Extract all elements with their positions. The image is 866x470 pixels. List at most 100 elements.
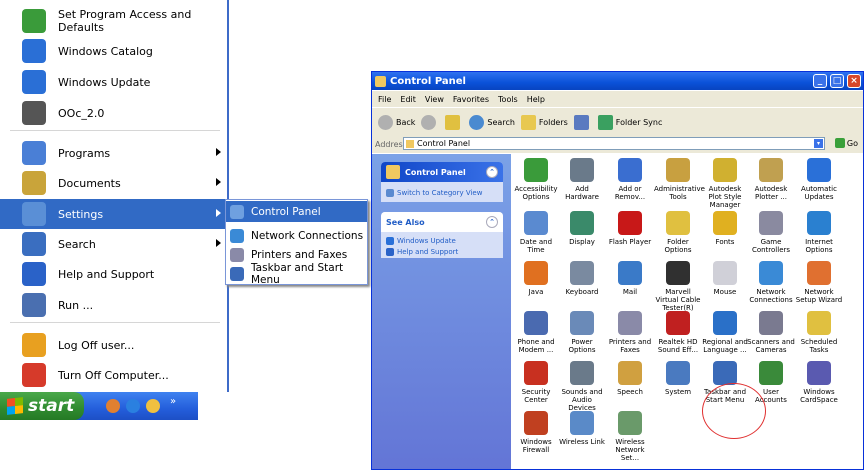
see-also-link[interactable]: Windows Update [381, 235, 503, 246]
chevron-more-icon[interactable]: » [170, 396, 176, 407]
settings-submenu-item[interactable]: Control Panel [226, 201, 367, 222]
control-panel-item-label: Sounds and Audio Devices [561, 388, 603, 412]
folders-label: Folders [538, 117, 568, 127]
start-menu-item[interactable]: Run ... [0, 290, 227, 320]
control-panel-item-label: Phone and Modem ... [517, 338, 555, 354]
control-panel-header[interactable]: Control Panel ⌃ [381, 162, 503, 182]
start-menu-item[interactable]: Help and Support [0, 259, 227, 289]
search-button[interactable]: Search [469, 114, 515, 130]
folders-button[interactable]: Folders [520, 114, 568, 130]
start-menu-item[interactable]: Turn Off Computer... [0, 360, 227, 390]
control-panel-item[interactable]: Add Hardware [558, 158, 606, 201]
control-panel-item[interactable]: Marvell Virtual Cable Tester(R) [654, 261, 702, 312]
start-menu-item[interactable]: Documents [0, 168, 227, 198]
start-menu-item[interactable]: Log Off user... [0, 330, 227, 360]
settings-submenu-item[interactable]: Network Connections [226, 225, 367, 246]
control-panel-item[interactable]: Java [512, 261, 560, 296]
start-menu-item-label: Programs [58, 146, 111, 160]
control-panel-item[interactable]: Display [558, 211, 606, 246]
forward-button[interactable] [421, 114, 439, 130]
firefox-icon[interactable] [106, 399, 120, 413]
maximize-button[interactable]: □ [830, 74, 844, 88]
search-icon [469, 114, 485, 130]
control-panel-item[interactable]: Realtek HD Sound Eff... [654, 311, 702, 354]
settings-submenu-item[interactable]: Taskbar and Start Menu [226, 262, 367, 286]
control-panel-item[interactable]: Network Connections [747, 261, 795, 304]
start-menu-item[interactable]: Windows Update [0, 67, 227, 97]
menu-help[interactable]: Help [527, 95, 545, 104]
control-panel-item[interactable]: Regional and Language ... [701, 311, 749, 354]
switch-view-link[interactable]: Switch to Category View [381, 187, 503, 198]
control-panel-item[interactable]: Mail [606, 261, 654, 296]
go-button[interactable]: Go [834, 138, 858, 148]
control-panel-item[interactable]: Wireless Link [558, 411, 606, 446]
see-also-header[interactable]: See Also ⌃ [381, 212, 503, 232]
control-panel-item-label: Taskbar and Start Menu [703, 388, 747, 404]
control-panel-item[interactable]: Mouse [701, 261, 749, 296]
control-panel-item[interactable]: Scanners and Cameras [747, 311, 795, 354]
control-panel-item[interactable]: Windows CardSpace [795, 361, 843, 404]
start-menu-item[interactable]: Search [0, 229, 227, 259]
start-menu-item[interactable]: Windows Catalog [0, 36, 227, 66]
start-button[interactable]: start [0, 392, 84, 420]
wireless-link-icon [570, 411, 594, 435]
control-panel-item[interactable]: Network Setup Wizard [795, 261, 843, 304]
control-panel-item[interactable]: Security Center [512, 361, 560, 404]
see-also-links: Windows Update Help and Support [381, 232, 503, 257]
control-panel-item[interactable]: Autodesk Plot Style Manager [701, 158, 749, 209]
start-menu-item[interactable]: OOc_2.0 [0, 98, 227, 128]
control-panel-item[interactable]: Autodesk Plotter ... [747, 158, 795, 201]
start-menu-item[interactable]: Settings [0, 199, 227, 229]
menu-edit[interactable]: Edit [400, 95, 416, 104]
control-panel-item[interactable]: Folder Options [654, 211, 702, 254]
collapse-icon[interactable]: ⌃ [486, 166, 498, 178]
internet-options-icon [807, 211, 831, 235]
menu-view[interactable]: View [425, 95, 444, 104]
control-panel-item[interactable]: Automatic Updates [795, 158, 843, 201]
firewall-icon [524, 411, 548, 435]
messenger-icon[interactable] [146, 399, 160, 413]
control-panel-item[interactable]: Printers and Faxes [606, 311, 654, 354]
control-panel-item[interactable]: Windows Firewall [512, 411, 560, 454]
control-panel-item-label: Mouse [713, 288, 737, 296]
control-panel-item[interactable]: Game Controllers [747, 211, 795, 254]
menu-tools[interactable]: Tools [498, 95, 518, 104]
control-panel-item[interactable]: Date and Time [512, 211, 560, 254]
control-panel-item[interactable]: Keyboard [558, 261, 606, 296]
start-menu-item[interactable]: Set Program Access and Defaults [0, 6, 227, 36]
views-button[interactable] [573, 114, 592, 130]
task-pane: Control Panel ⌃ Switch to Category View … [372, 154, 511, 469]
control-panel-item-label: Security Center [521, 388, 551, 404]
control-panel-item[interactable]: Flash Player [606, 211, 654, 246]
minimize-button[interactable]: _ [813, 74, 827, 88]
start-menu-item-label: Windows Update [58, 75, 151, 89]
control-panel-item[interactable]: System [654, 361, 702, 396]
control-panel-item[interactable]: Sounds and Audio Devices [558, 361, 606, 412]
internet-explorer-icon[interactable] [126, 399, 140, 413]
menu-file[interactable]: File [378, 95, 391, 104]
control-panel-item[interactable]: Add or Remov... [606, 158, 654, 201]
menu-favorites[interactable]: Favorites [453, 95, 489, 104]
control-panel-item-label: User Accounts [755, 388, 787, 404]
control-panel-item[interactable]: Internet Options [795, 211, 843, 254]
control-panel-item[interactable]: Accessibility Options [512, 158, 560, 201]
control-panel-item[interactable]: Wireless Network Set... [606, 411, 654, 462]
see-also-link[interactable]: Help and Support [381, 246, 503, 257]
control-panel-item[interactable]: User Accounts [747, 361, 795, 404]
control-panel-item[interactable]: Taskbar and Start Menu [701, 361, 749, 404]
title-bar[interactable]: Control Panel _ □ × [372, 72, 863, 90]
control-panel-item[interactable]: Phone and Modem ... [512, 311, 560, 354]
back-button[interactable]: Back [378, 114, 415, 130]
control-panel-item[interactable]: Scheduled Tasks [795, 311, 843, 354]
up-folder-button[interactable] [445, 114, 463, 130]
control-panel-item[interactable]: Fonts [701, 211, 749, 246]
control-panel-item[interactable]: Speech [606, 361, 654, 396]
control-panel-item[interactable]: Administrative Tools [654, 158, 705, 201]
close-button[interactable]: × [847, 74, 861, 88]
control-panel-item[interactable]: Power Options [558, 311, 606, 354]
collapse-icon[interactable]: ⌃ [486, 216, 498, 228]
address-field[interactable]: Control Panel ▾ [403, 137, 825, 150]
dropdown-icon[interactable]: ▾ [814, 139, 823, 148]
folder-sync-button[interactable]: Folder Sync [597, 114, 662, 130]
start-menu-item[interactable]: Programs [0, 138, 227, 168]
